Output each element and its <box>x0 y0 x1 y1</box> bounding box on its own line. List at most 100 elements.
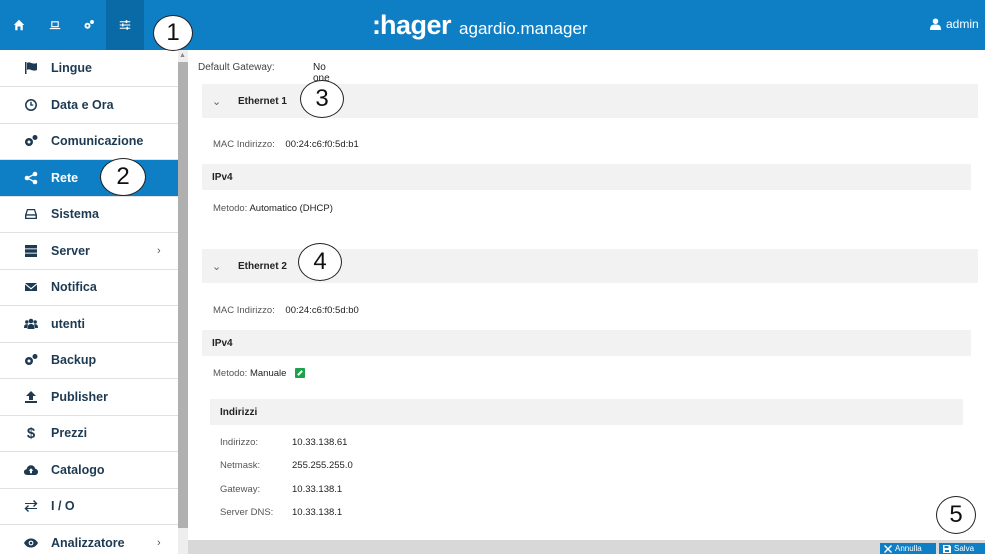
method-value: Automatico (DHCP) <box>249 203 333 214</box>
netmask-label: Netmask: <box>220 460 261 471</box>
sidebar-item-data-e-ora[interactable]: Data e Ora <box>0 87 178 124</box>
gateway-row: Gateway: 10.33.138.1 <box>220 484 342 495</box>
default-gateway-label: Default Gateway: <box>198 62 275 73</box>
sidebar-item-label: Analizzatore <box>51 535 125 550</box>
sidebar-item-label: Rete <box>51 170 79 185</box>
floppy-icon <box>943 544 951 553</box>
mac-label: MAC Indirizzo: <box>213 305 275 316</box>
sidebar-item-label: Lingue <box>51 61 92 75</box>
action-bar <box>188 540 985 554</box>
server-icon <box>24 244 38 258</box>
sidebar-item-lingue[interactable]: Lingue <box>0 50 178 87</box>
scroll-up-icon[interactable]: ▲ <box>179 52 186 59</box>
netmask-row: Netmask: 255.255.255.0 <box>220 460 353 471</box>
sidebar-item-utenti[interactable]: utenti <box>0 306 178 343</box>
sidebar-item-label: Sistema <box>51 207 99 222</box>
brand-colon: : <box>372 10 381 40</box>
save-button[interactable]: Salva <box>939 543 985 554</box>
sidebar-item-analizzatore[interactable]: Analizzatore › <box>0 525 178 554</box>
ethernet-2-title: Ethernet 2 <box>238 260 287 272</box>
edit-icon[interactable] <box>295 368 306 379</box>
ethernet-2-mac: MAC Indirizzo: 00:24:c6:f0:5d:b0 <box>213 305 359 316</box>
sidebar-item-label: Data e Ora <box>51 97 114 112</box>
netmask-value: 255.255.255.0 <box>292 460 353 471</box>
sidebar-item-rete[interactable]: Rete <box>0 160 178 197</box>
home-icon[interactable] <box>0 0 38 50</box>
mac-label: MAC Indirizzo: <box>213 139 275 150</box>
cancel-label: Annulla <box>895 544 922 553</box>
clock-icon <box>24 98 38 112</box>
user-name: admin <box>946 17 979 31</box>
chevron-down-icon: ⌄ <box>212 95 222 108</box>
sidebar-item-sistema[interactable]: Sistema <box>0 197 178 233</box>
close-icon <box>884 544 892 553</box>
envelope-icon <box>24 280 38 294</box>
sidebar-item-label: Comunicazione <box>51 134 144 149</box>
gears-icon <box>24 353 38 367</box>
drive-icon <box>24 207 38 221</box>
ethernet-2-method: Metodo: Manuale <box>213 368 306 379</box>
sidebar-scroll-thumb[interactable] <box>178 62 188 528</box>
sidebar-item-label: utenti <box>51 316 86 331</box>
chevron-right-icon: › <box>157 536 161 549</box>
ethernet-1-mac: MAC Indirizzo: 00:24:c6:f0:5d:b1 <box>213 139 359 150</box>
ethernet-1-title: Ethernet 1 <box>238 95 287 107</box>
product-name: agardio.manager <box>459 19 588 38</box>
method-label: Metodo: <box>213 203 248 214</box>
upload-icon <box>24 390 38 404</box>
gears-icon <box>24 134 38 148</box>
cancel-button[interactable]: Annulla <box>880 543 936 554</box>
chevron-down-icon: ⌄ <box>212 260 222 273</box>
sidebar-item-server[interactable]: Server › <box>0 233 178 270</box>
gateway-label: Gateway: <box>220 484 261 495</box>
cloud-upload-icon <box>24 463 38 477</box>
callout-2: 2 <box>100 158 146 196</box>
sidebar-scrollbar[interactable]: ▲ <box>178 50 188 554</box>
dns-row: Server DNS: 10.33.138.1 <box>220 507 342 518</box>
ethernet-2-ipv4-header: IPv4 <box>202 330 971 356</box>
ipv4-title: IPv4 <box>212 337 233 349</box>
user-menu[interactable]: admin <box>930 17 979 31</box>
sidebar: Lingue Data e Ora Comunicazione Rete Sis… <box>0 50 178 554</box>
callout-5: 5 <box>936 496 976 534</box>
address-row: Indirizzo: 10.33.138.61 <box>220 437 347 448</box>
sidebar-item-comunicazione[interactable]: Comunicazione <box>0 124 178 160</box>
sidebar-item-label: Backup <box>51 353 97 368</box>
sidebar-item-label: Catalogo <box>51 462 105 477</box>
flag-icon <box>24 61 38 75</box>
sidebar-item-label: Publisher <box>51 389 108 404</box>
gears-icon[interactable] <box>72 0 106 50</box>
mac-value: 00:24:c6:f0:5d:b1 <box>285 139 359 150</box>
ethernet-1-ipv4-header: IPv4 <box>202 164 971 190</box>
sidebar-item-label: Notifica <box>51 280 97 295</box>
ipv4-title: IPv4 <box>212 171 233 183</box>
sidebar-item-notifica[interactable]: Notifica <box>0 270 178 306</box>
callout-4: 4 <box>298 243 342 281</box>
app-window: : hager agardio.manager admin Lingue Dat… <box>0 0 985 554</box>
sidebar-item-label: Prezzi <box>51 426 88 441</box>
callout-3: 3 <box>300 80 344 118</box>
method-label: Metodo: <box>213 368 248 379</box>
users-icon <box>24 317 38 331</box>
dns-label: Server DNS: <box>220 507 274 518</box>
sidebar-item-publisher[interactable]: Publisher <box>0 379 178 416</box>
address-label: Indirizzo: <box>220 437 259 448</box>
sidebar-item-prezzi[interactable]: $ Prezzi <box>0 416 178 452</box>
network-settings-panel: Default Gateway: No one ⌄ Ethernet 1 MAC… <box>188 50 985 540</box>
user-icon <box>930 18 941 30</box>
chevron-right-icon: › <box>157 244 161 257</box>
callout-1: 1 <box>153 15 193 51</box>
sidebar-item-label: Server <box>51 243 90 258</box>
method-value: Manuale <box>249 368 287 379</box>
sidebar-item-io[interactable]: I / O <box>0 489 178 525</box>
gateway-value: 10.33.138.1 <box>292 484 343 495</box>
top-bar: : hager agardio.manager admin <box>0 0 985 50</box>
sidebar-item-backup[interactable]: Backup <box>0 343 178 379</box>
mac-value: 00:24:c6:f0:5d:b0 <box>285 305 359 316</box>
sliders-icon[interactable] <box>106 0 144 50</box>
sidebar-item-catalogo[interactable]: Catalogo <box>0 452 178 489</box>
addresses-title: Indirizzi <box>220 406 258 418</box>
share-icon <box>24 171 38 185</box>
laptop-icon[interactable] <box>38 0 72 50</box>
eye-icon <box>24 536 38 550</box>
